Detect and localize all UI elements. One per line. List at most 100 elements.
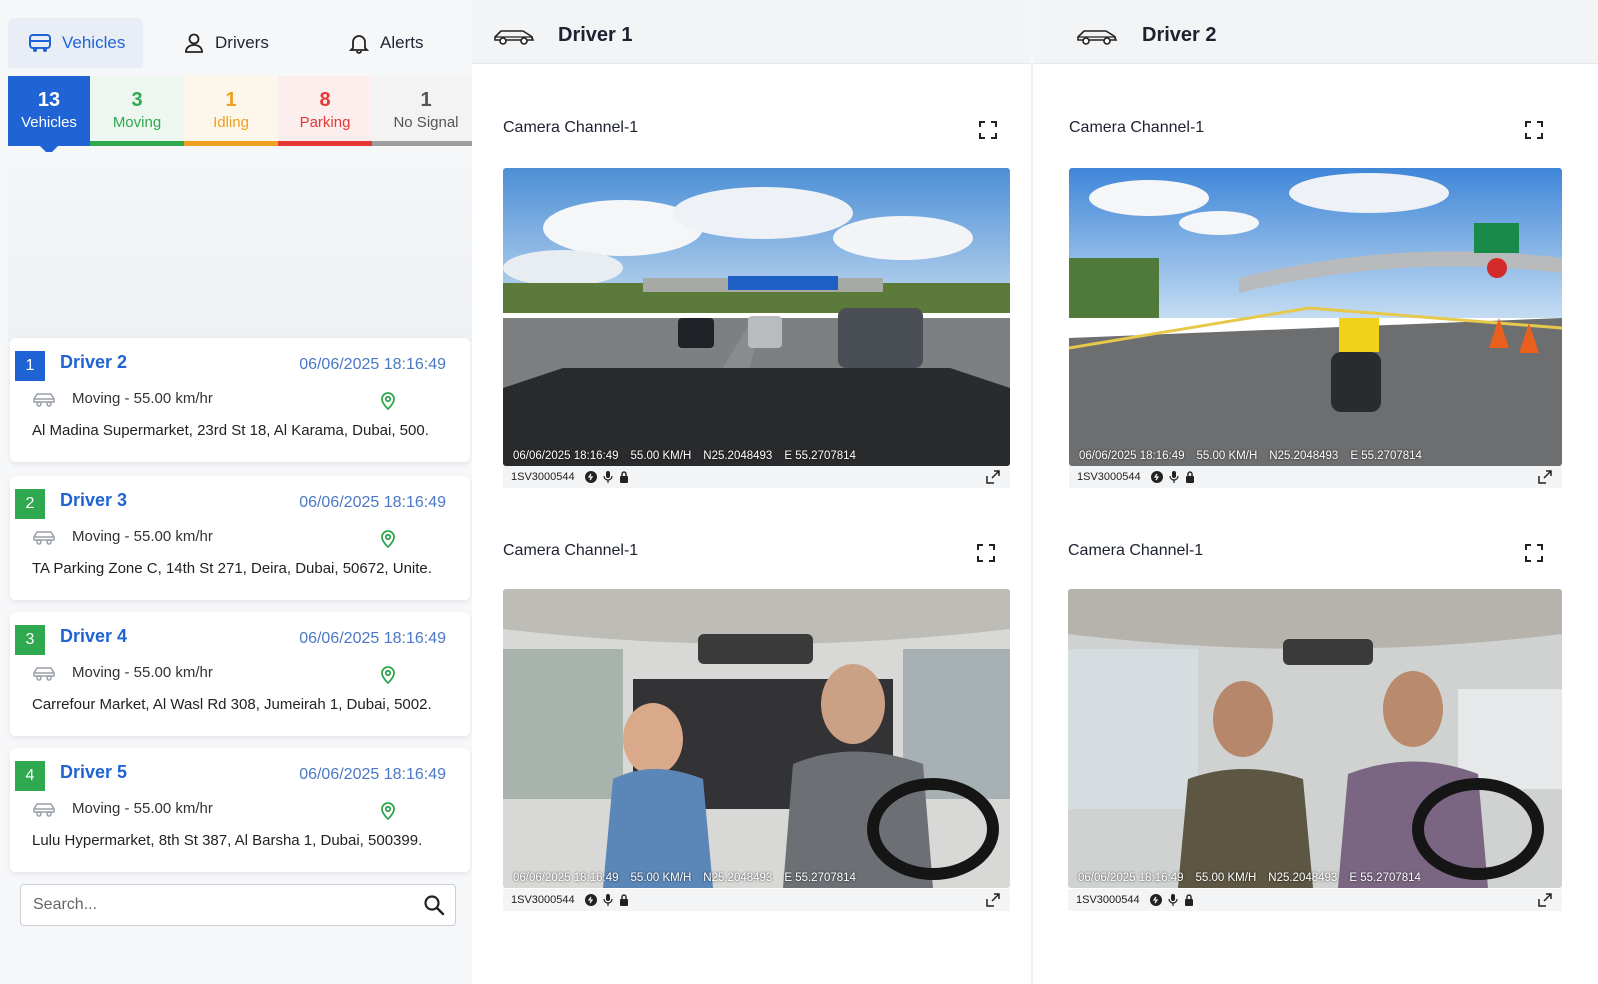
microphone-icon[interactable] xyxy=(1168,894,1178,906)
location-pin-icon[interactable] xyxy=(378,665,398,685)
no-signal-icon xyxy=(1150,471,1163,483)
lock-icon[interactable] xyxy=(619,894,629,906)
fullscreen-icon[interactable] xyxy=(1524,120,1544,140)
status-count: 13 xyxy=(37,89,61,111)
overlay-lon: E 55.2707814 xyxy=(784,872,856,884)
status-vehicles[interactable]: 13 Vehicles xyxy=(8,76,90,155)
panel-header: Driver 2 xyxy=(1033,0,1598,64)
tab-vehicles[interactable]: Vehicles xyxy=(8,18,143,68)
no-signal-icon xyxy=(584,471,597,483)
overlay-lat: N25.2048493 xyxy=(1269,450,1339,462)
fullscreen-icon[interactable] xyxy=(1524,543,1544,563)
camera-label: Camera Channel-1 xyxy=(503,119,639,136)
status-line xyxy=(278,141,372,146)
car-icon xyxy=(1077,30,1118,45)
lock-icon[interactable] xyxy=(1184,894,1194,906)
overlay-speed: 55.00 KM/H xyxy=(630,872,692,884)
vehicle-timestamp: 06/06/2025 18:16:49 xyxy=(299,766,446,783)
video-overlay-info: 06/06/2025 18:16:49 55.00 KM/H N25.2048493… xyxy=(1079,450,1434,462)
panel-title: Driver 1 xyxy=(558,24,633,46)
microphone-icon[interactable] xyxy=(1169,471,1179,483)
vehicle-address: TA Parking Zone C, 14th St 271, Deira, D… xyxy=(32,560,432,577)
tab-alerts[interactable]: Alerts xyxy=(348,18,423,68)
status-count: 8 xyxy=(319,89,331,111)
camera-label: Camera Channel-1 xyxy=(1068,542,1204,559)
no-signal-icon xyxy=(584,894,597,906)
camera-video-feed[interactable]: 06/06/2025 18:16:49 55.00 KM/H N25.2048493… xyxy=(1068,589,1562,888)
expand-icon[interactable] xyxy=(1538,893,1552,907)
microphone-icon[interactable] xyxy=(603,471,613,483)
tab-drivers-label: Drivers xyxy=(215,33,269,52)
overlay-date: 06/06/2025 18:16:49 xyxy=(513,872,619,884)
vehicle-card[interactable]: 4 Driver 5 06/06/2025 18:16:49 Moving - … xyxy=(10,748,470,872)
expand-icon[interactable] xyxy=(986,893,1000,907)
vehicle-card[interactable]: 2 Driver 3 06/06/2025 18:16:49 Moving - … xyxy=(10,476,470,600)
expand-icon[interactable] xyxy=(1538,470,1552,484)
camera-footer: 1SV3000544 xyxy=(1069,466,1562,488)
tab-drivers[interactable]: Drivers xyxy=(183,18,269,68)
vehicle-state: Moving - 55.00 km/hr xyxy=(72,800,213,817)
video-overlay-info: 06/06/2025 18:16:49 55.00 KM/H N25.2048493… xyxy=(1078,872,1433,884)
panel-header: Driver 1 xyxy=(472,0,1031,64)
bell-icon xyxy=(348,35,370,54)
camera-video-feed[interactable]: 06/06/2025 18:16:49 55.00 KM/H N25.2048493… xyxy=(503,168,1010,466)
bus-icon xyxy=(29,34,51,52)
vehicle-panel: Vehicles Drivers Alerts 13 Vehicles 3 Mo… xyxy=(8,12,480,984)
overlay-speed: 55.00 KM/H xyxy=(630,450,692,462)
status-label: No Signal xyxy=(393,114,459,131)
vehicle-timestamp: 06/06/2025 18:16:49 xyxy=(299,356,446,373)
vehicle-state: Moving - 55.00 km/hr xyxy=(72,664,213,681)
vehicle-card[interactable]: 1 Driver 2 06/06/2025 18:16:49 Moving - … xyxy=(10,338,470,462)
overlay-lat: N25.2048493 xyxy=(703,450,773,462)
vehicle-driver-name[interactable]: Driver 4 xyxy=(60,626,127,647)
status-idling[interactable]: 1 Idling xyxy=(184,76,278,146)
fullscreen-icon[interactable] xyxy=(978,120,998,140)
status-label: Parking xyxy=(299,114,351,131)
expand-icon[interactable] xyxy=(986,470,1000,484)
camera-video-feed[interactable]: 06/06/2025 18:16:49 55.00 KM/H N25.2048493… xyxy=(503,589,1010,888)
road-scene xyxy=(503,168,1010,466)
vehicle-card[interactable]: 3 Driver 4 06/06/2025 18:16:49 Moving - … xyxy=(10,612,470,736)
video-overlay-info: 06/06/2025 18:16:49 55.00 KM/H N25.2048493… xyxy=(513,450,868,462)
video-overlay-info: 06/06/2025 18:16:49 55.00 KM/H N25.2048493… xyxy=(513,872,868,884)
status-summary: 13 Vehicles 3 Moving 1 Idling 8 Parking … xyxy=(8,76,480,155)
vehicle-state: Moving - 55.00 km/hr xyxy=(72,390,213,407)
vehicle-index-badge: 1 xyxy=(15,351,45,381)
location-pin-icon[interactable] xyxy=(378,529,398,549)
vehicle-timestamp: 06/06/2025 18:16:49 xyxy=(299,494,446,511)
status-count: 1 xyxy=(225,89,237,111)
vehicle-index-badge: 3 xyxy=(15,625,45,655)
location-pin-icon[interactable] xyxy=(378,391,398,411)
status-moving[interactable]: 3 Moving xyxy=(90,76,184,146)
status-parking[interactable]: 8 Parking xyxy=(278,76,372,146)
no-signal-icon xyxy=(1149,894,1162,906)
search-icon[interactable] xyxy=(423,894,445,916)
camera-video-feed[interactable]: 06/06/2025 18:16:49 55.00 KM/H N25.2048493… xyxy=(1069,168,1562,466)
vehicle-driver-name[interactable]: Driver 5 xyxy=(60,762,127,783)
status-line xyxy=(90,141,184,146)
status-no-signal[interactable]: 1 No Signal xyxy=(372,76,480,146)
vehicle-index-badge: 4 xyxy=(15,761,45,791)
user-icon xyxy=(185,33,203,53)
car-icon xyxy=(33,667,55,681)
vehicle-driver-name[interactable]: Driver 3 xyxy=(60,490,127,511)
tab-alerts-label: Alerts xyxy=(380,33,424,52)
vehicle-state: Moving - 55.00 km/hr xyxy=(72,528,213,545)
fullscreen-icon[interactable] xyxy=(976,543,996,563)
device-id: 1SV3000544 xyxy=(511,894,575,906)
overlay-lat: N25.2048493 xyxy=(1268,872,1338,884)
status-line xyxy=(372,141,480,146)
overlay-speed: 55.00 KM/H xyxy=(1195,872,1257,884)
lock-icon[interactable] xyxy=(1185,471,1195,483)
camera-label: Camera Channel-1 xyxy=(503,542,639,559)
search-input[interactable] xyxy=(21,885,411,925)
microphone-icon[interactable] xyxy=(603,894,613,906)
vehicle-driver-name[interactable]: Driver 2 xyxy=(60,352,127,373)
camera-label: Camera Channel-1 xyxy=(1069,119,1205,136)
road-scene xyxy=(1069,168,1562,466)
location-pin-icon[interactable] xyxy=(378,801,398,821)
list-background xyxy=(8,152,480,342)
device-id: 1SV3000544 xyxy=(1077,471,1141,483)
lock-icon[interactable] xyxy=(619,471,629,483)
camera-footer: 1SV3000544 xyxy=(503,466,1010,488)
